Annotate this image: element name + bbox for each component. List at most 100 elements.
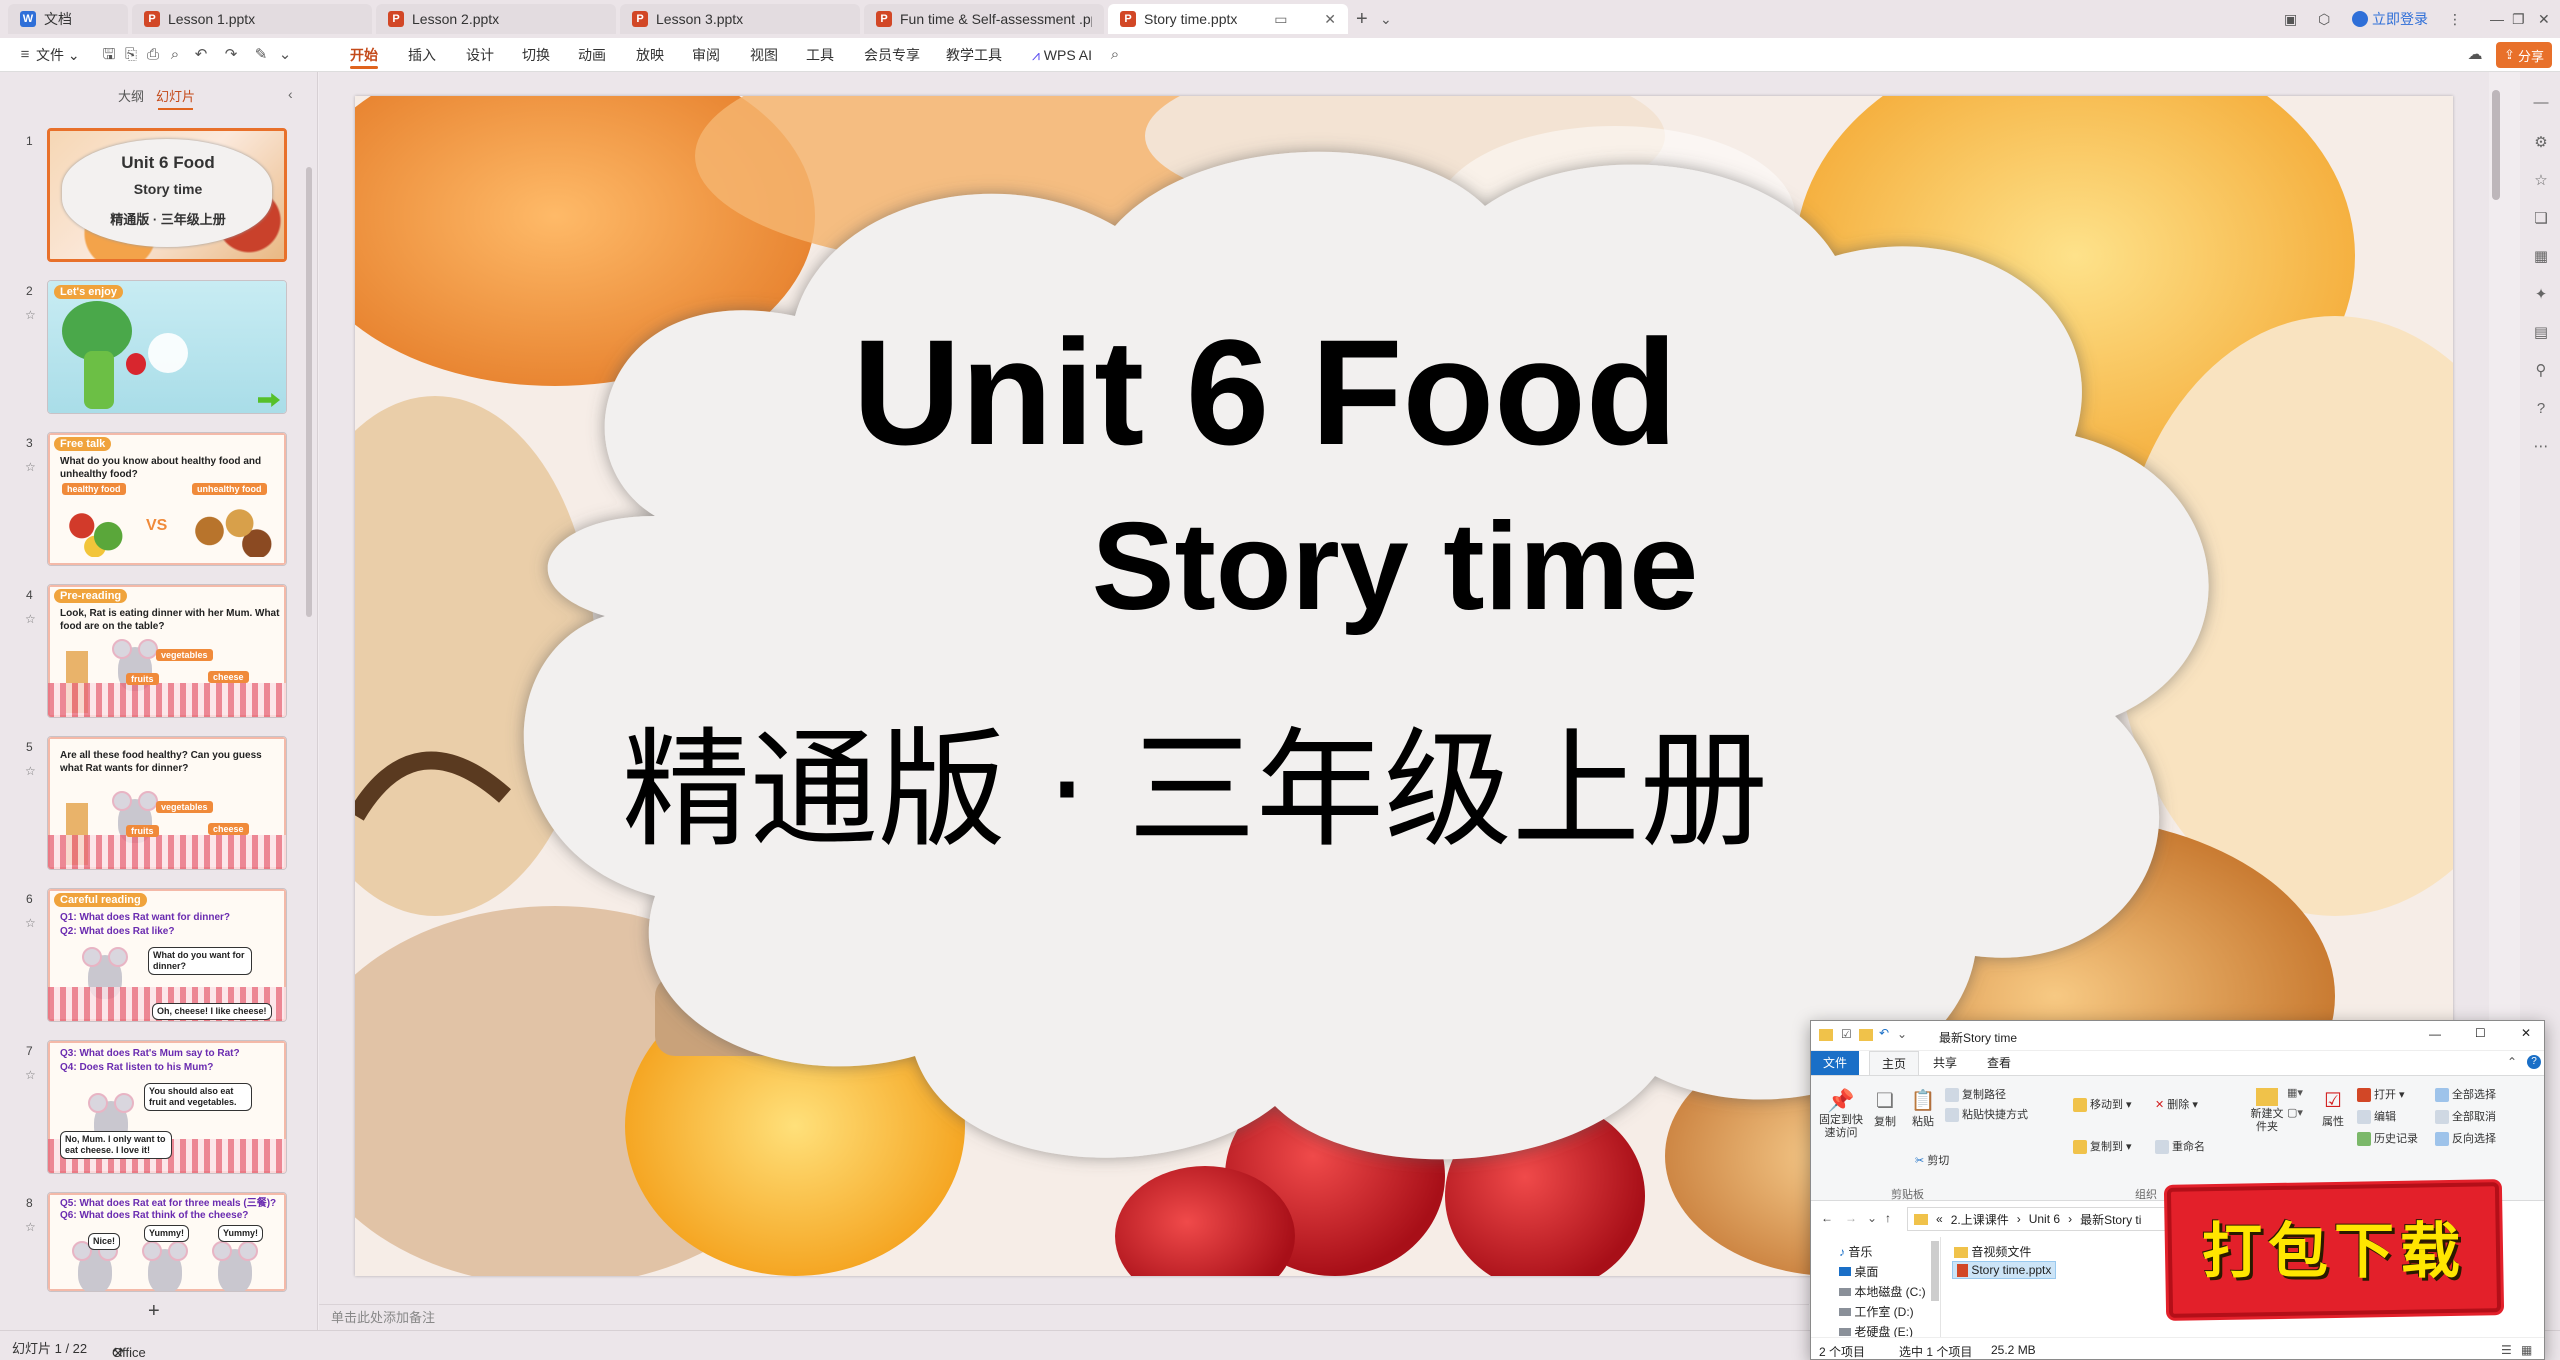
new-tab-button[interactable]: + [1356, 0, 1368, 38]
thumb-slide-7[interactable]: Q3: What does Rat's Mum say to Rat? Q4: … [47, 1040, 287, 1174]
close-window-icon[interactable]: ✕ [2538, 0, 2550, 38]
icons-view-icon[interactable]: ▦ [2521, 1343, 2532, 1357]
file-row-selected[interactable]: Story time.pptx [1952, 1261, 2057, 1280]
close-icon[interactable]: ✕ [2521, 1026, 2531, 1040]
ribbon-tab-share[interactable]: 共享 [1921, 1051, 1969, 1075]
add-slide-icon[interactable]: + [148, 1300, 160, 1323]
up-icon[interactable]: ↑ [1885, 1211, 1891, 1225]
menu-slideshow[interactable]: 放映 [636, 38, 664, 72]
easy-access-icon[interactable]: ▢▾ [2287, 1106, 2303, 1119]
tab-lesson-2[interactable]: P Lesson 2.pptx [376, 4, 616, 34]
breadcrumb-item[interactable]: 2.上课课件 [1951, 1211, 2009, 1228]
new-folder-button[interactable]: 新建文件夹 [2247, 1088, 2287, 1134]
delete-button[interactable]: ✕ 删除 ▾ [2155, 1096, 2198, 1112]
copy-button[interactable]: ❏ 复制 [1869, 1088, 1901, 1129]
book-icon[interactable]: ▤ [2532, 324, 2550, 342]
properties-button[interactable]: ☑ 属性 [2317, 1088, 2349, 1129]
menu-transition[interactable]: 切换 [522, 38, 550, 72]
thumbnail-scrollbar[interactable] [306, 167, 312, 617]
open-button[interactable]: 打开 ▾ [2357, 1086, 2405, 1103]
move-to-button[interactable]: 移动到 ▾ [2073, 1096, 2132, 1113]
tab-story-time[interactable]: P Story time.pptx ▭ ✕ [1108, 4, 1348, 34]
thumb-slide-3[interactable]: Free talk What do you know about healthy… [47, 432, 287, 566]
new-item-icon[interactable]: ▦▾ [2287, 1086, 2303, 1099]
invert-selection-button[interactable]: 反向选择 [2435, 1130, 2496, 1147]
tab-lesson-3[interactable]: P Lesson 3.pptx [620, 4, 860, 34]
ribbon-tab-view[interactable]: 查看 [1975, 1051, 2023, 1075]
quick-access-chevron-icon[interactable]: ⌄ [1897, 1027, 1907, 1041]
tab-documents[interactable]: W 文档 [8, 4, 128, 34]
star-icon[interactable]: ☆ [25, 1068, 36, 1082]
forward-icon[interactable]: → [1845, 1211, 1857, 1225]
collapse-icon[interactable]: — [2532, 94, 2550, 112]
nav-item-drive-d[interactable]: 工作室 (D:) [1839, 1303, 1914, 1320]
menu-start[interactable]: 开始 [350, 38, 378, 72]
download-badge[interactable]: 打包下载 [2160, 1175, 2508, 1330]
ribbon-collapse-icon[interactable]: ⌃ [2507, 1055, 2517, 1069]
menu-member[interactable]: 会员专享 [864, 38, 920, 72]
star-icon[interactable]: ☆ [25, 764, 36, 778]
menu-design[interactable]: 设计 [466, 38, 494, 72]
help-icon[interactable]: ? [2532, 400, 2550, 418]
back-icon[interactable]: ← [1821, 1211, 1833, 1225]
file-menu[interactable]: 文件 ⌄ [36, 38, 80, 72]
menu-tools[interactable]: 工具 [806, 38, 834, 72]
menu-insert[interactable]: 插入 [408, 38, 436, 72]
copy-icon[interactable]: ❏ [2532, 210, 2550, 228]
cube-icon[interactable]: ⬡ [2318, 0, 2330, 38]
nav-item-desktop[interactable]: 桌面 [1839, 1263, 1878, 1280]
notes-placeholder[interactable]: 单击此处添加备注 [319, 1304, 1809, 1330]
minimize-icon[interactable]: — [2429, 1027, 2441, 1041]
history-button[interactable]: 历史记录 [2357, 1130, 2418, 1147]
recent-chevron-icon[interactable]: ⌄ [1867, 1211, 1877, 1225]
more-icon[interactable]: ⋯ [2532, 438, 2550, 456]
nav-item-music[interactable]: ♪ 音乐 [1839, 1243, 1872, 1260]
window-layout-icon[interactable]: ▣ [2284, 0, 2297, 38]
slide-subtitle[interactable]: Story time [695, 496, 2095, 638]
paste-button[interactable]: 📋 粘贴 [1907, 1088, 1939, 1129]
rename-button[interactable]: 重命名 [2155, 1138, 2205, 1155]
tab-list-chevron-icon[interactable]: ⌄ [1380, 0, 1392, 38]
copy-to-button[interactable]: 复制到 ▾ [2073, 1138, 2132, 1155]
format-painter-icon[interactable]: ✎ [252, 46, 270, 64]
copy-path-button[interactable]: 复制路径 [1945, 1086, 2006, 1103]
help-icon[interactable]: ? [2527, 1055, 2541, 1069]
tab-fun-time[interactable]: P Fun time & Self-assessment .pptx [864, 4, 1104, 34]
paste-shortcut-button[interactable]: 粘贴快捷方式 [1945, 1106, 2028, 1123]
restore-icon[interactable]: ❐ [2512, 0, 2525, 38]
menu-wps-ai[interactable]: ⩘ WPS AI [1032, 38, 1092, 72]
minimize-icon[interactable]: — [2490, 0, 2504, 38]
star-icon[interactable]: ☆ [2532, 172, 2550, 190]
menu-animation[interactable]: 动画 [578, 38, 606, 72]
thumb-slide-6[interactable]: Careful reading Q1: What does Rat want f… [47, 888, 287, 1022]
nav-scrollbar[interactable] [1931, 1241, 1939, 1301]
thumb-slide-5[interactable]: Are all these food healthy? Can you gues… [47, 736, 287, 870]
picture-icon[interactable]: ▦ [2532, 248, 2550, 266]
cloud-sync-icon[interactable]: ☁ [2466, 46, 2484, 64]
thumb-slide-2[interactable]: Let's enjoy [47, 280, 287, 414]
close-tab-icon[interactable]: ✕ [1318, 11, 1336, 28]
undo-icon[interactable]: ↶ [1879, 1026, 1889, 1040]
breadcrumb-item[interactable]: 最新Story ti [2080, 1211, 2141, 1228]
star-icon[interactable]: ☆ [25, 612, 36, 626]
tab-slides[interactable]: 幻灯片 [156, 86, 195, 110]
tab-outline[interactable]: 大纲 [118, 86, 144, 105]
star-icon[interactable]: ☆ [25, 460, 36, 474]
pin-icon[interactable]: ⚲ [2532, 362, 2550, 380]
preview-icon[interactable]: ⌕ [166, 46, 184, 64]
slide-edition[interactable]: 精通版 · 三年级上册 [495, 686, 1895, 871]
breadcrumb-item[interactable]: Unit 6 [2029, 1212, 2060, 1226]
properties-quick-icon[interactable]: ☑ [1841, 1027, 1852, 1041]
star-icon[interactable]: ☆ [25, 1220, 36, 1234]
save-icon[interactable]: 🖫 [100, 46, 118, 64]
cut-button[interactable]: ✂ 剪切 [1915, 1152, 1949, 1168]
file-row[interactable]: 音视频文件 [1954, 1243, 2031, 1260]
collapse-panel-icon[interactable]: ‹ [288, 86, 293, 102]
ribbon-toggle-icon[interactable]: ⋮ [2448, 0, 2462, 38]
menu-review[interactable]: 审阅 [692, 38, 720, 72]
tab-lesson-1[interactable]: P Lesson 1.pptx [132, 4, 372, 34]
quick-access-chevron-icon[interactable]: ⌄ [276, 46, 294, 64]
redo-icon[interactable]: ↷ [222, 46, 240, 64]
ribbon-tab-home[interactable]: 主页 [1869, 1051, 1920, 1075]
details-view-icon[interactable]: ☰ [2501, 1343, 2512, 1357]
